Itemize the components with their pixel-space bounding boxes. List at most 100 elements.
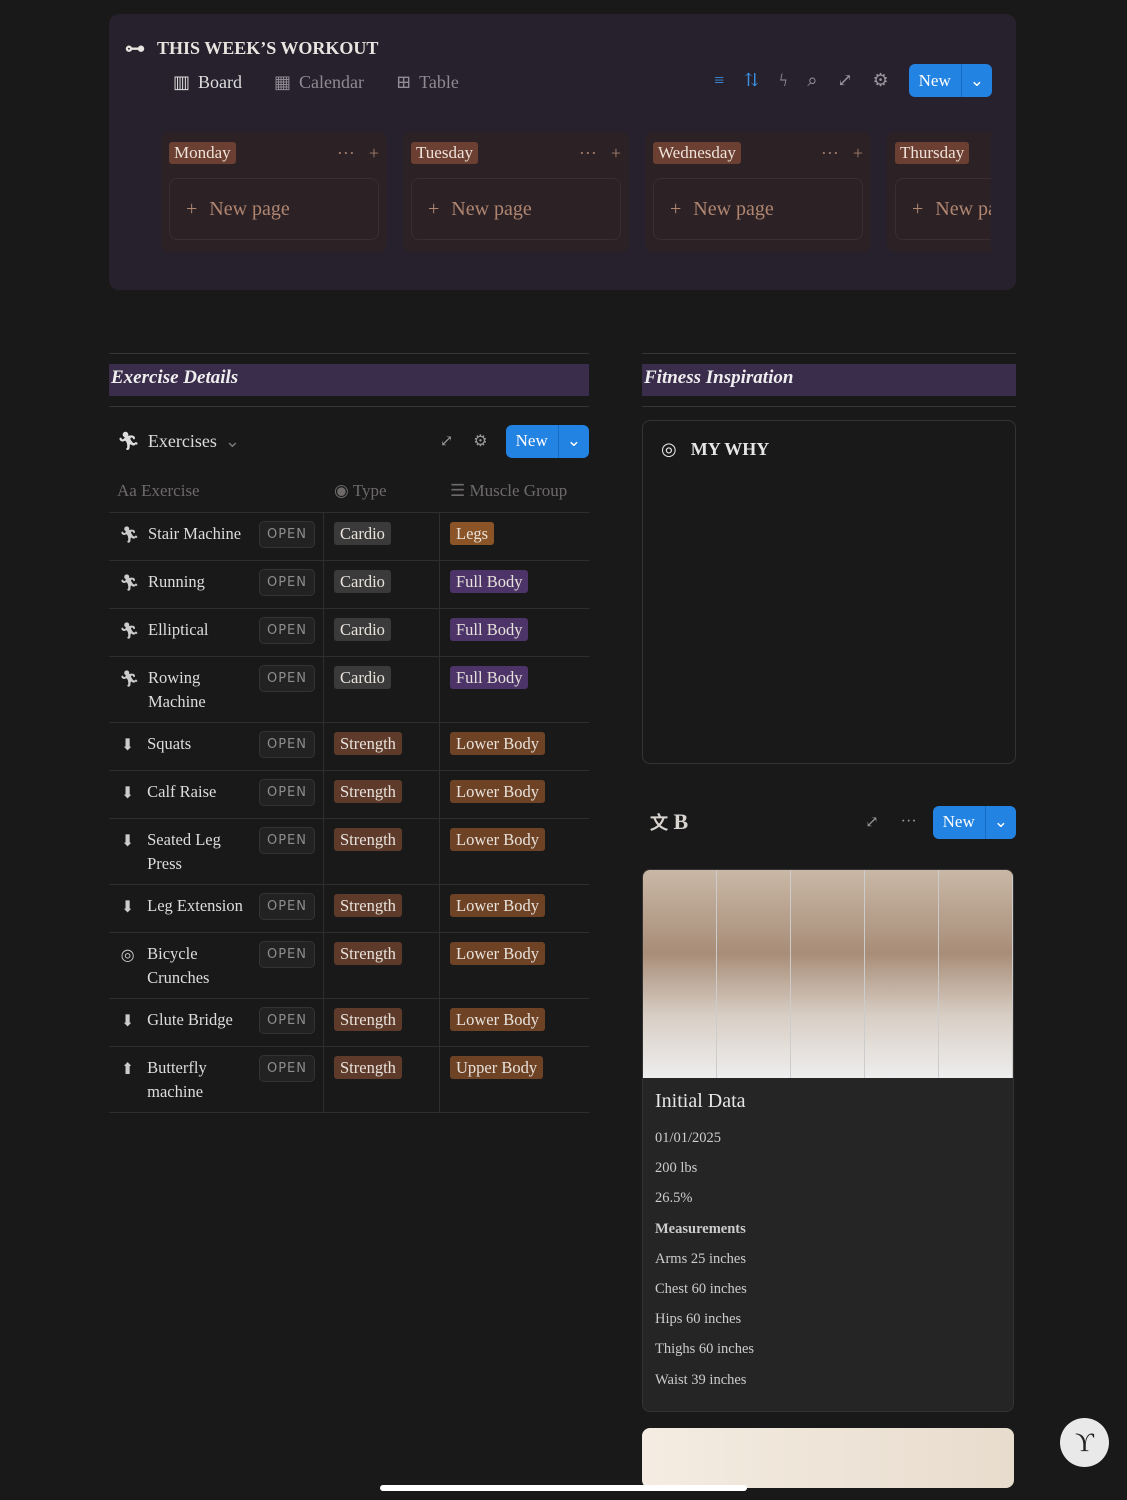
table-row[interactable]: ⬇︎ Seated Leg Press OPEN Strength Lower … [109, 819, 589, 885]
type-tag: Cardio [334, 522, 391, 545]
more-icon[interactable]: ··· [579, 143, 597, 164]
board-column: Tuesday ··· + + New page [403, 132, 629, 252]
plus-icon[interactable]: + [611, 143, 621, 164]
runner-icon: 🏃︎ [117, 430, 140, 451]
exercise-name[interactable]: Butterfly machine [147, 1056, 248, 1104]
gallery-card[interactable]: Initial Data 01/01/2025 200 lbs 26.5% Me… [642, 869, 1014, 1412]
plus-icon: + [912, 197, 924, 220]
plus-icon: + [670, 197, 682, 220]
runner-icon: 🏃︎ [119, 671, 140, 688]
new-button[interactable]: New ⌄ [908, 64, 992, 97]
settings-icon[interactable]: ⚙ [873, 70, 889, 91]
table-row[interactable]: ◎ Bicycle Crunches OPEN Strength Lower B… [109, 933, 589, 999]
expand-icon[interactable]: ⤢ [837, 70, 852, 91]
database-view-selector[interactable]: 🏃︎ Exercises ⌄ [117, 431, 440, 452]
exercise-name[interactable]: Leg Extension [147, 894, 248, 918]
chevron-down-icon[interactable]: ⌄ [557, 424, 589, 458]
new-button[interactable]: New ⌄ [505, 424, 589, 458]
exercise-name[interactable]: Running [148, 570, 248, 594]
tab-table[interactable]: ⊞ Table [396, 72, 459, 93]
new-button[interactable]: New ⌄ [932, 805, 1016, 839]
open-button[interactable]: OPEN [258, 779, 315, 806]
more-icon[interactable]: ··· [901, 813, 917, 831]
open-button[interactable]: OPEN [258, 827, 315, 854]
view-tabs: ▥ Board ▦ Calendar ⊞ Table [173, 72, 459, 93]
table-row[interactable]: ⬆︎ Butterfly machine OPEN Strength Upper… [109, 1047, 589, 1113]
header-type[interactable]: ◉ Type [324, 481, 440, 501]
open-button[interactable]: OPEN [258, 1055, 315, 1082]
open-button[interactable]: OPEN [258, 941, 315, 968]
section-heading: Exercise Details [109, 364, 589, 396]
header-exercise[interactable]: Aa Exercise [109, 481, 324, 501]
my-why-callout: ◎ MY WHY [642, 420, 1016, 764]
sort-icon[interactable]: ⇅ [744, 70, 759, 91]
tab-board[interactable]: ▥ Board [173, 72, 242, 93]
table-row[interactable]: 🏃︎ Elliptical OPEN Cardio Full Body [109, 609, 589, 657]
gallery-title[interactable]: 文 B [642, 809, 865, 835]
card-measure: Thighs 60 inches [655, 1341, 755, 1358]
exercise-name[interactable]: Calf Raise [147, 780, 248, 804]
open-button[interactable]: OPEN [258, 617, 315, 644]
automation-icon[interactable]: ϟ [779, 70, 787, 91]
list-icon: ☰ [450, 480, 466, 500]
muscle-group-tag: Lower Body [450, 828, 545, 851]
settings-icon[interactable]: ⚙ [473, 431, 487, 451]
new-page-button[interactable]: +New page [411, 178, 621, 240]
type-tag: Strength [334, 828, 402, 851]
open-button[interactable]: OPEN [258, 1007, 315, 1034]
table-row[interactable]: 🏃︎ Rowing Machine OPEN Cardio Full Body [109, 657, 589, 723]
new-page-button[interactable]: +New page [169, 178, 379, 240]
muscle-group-tag: Legs [450, 522, 495, 545]
table-row[interactable]: ⬇︎ Leg Extension OPEN Strength Lower Bod… [109, 885, 589, 933]
new-page-button[interactable]: +New page [653, 178, 863, 240]
section-heading: Fitness Inspiration [642, 364, 1016, 396]
filter-icon[interactable]: ≡ [714, 70, 724, 91]
table-row[interactable]: 🏃︎ Running OPEN Cardio Full Body [109, 561, 589, 609]
exercise-name[interactable]: Squats [147, 732, 248, 756]
chevron-down-icon[interactable]: ⌄ [960, 64, 992, 97]
expand-icon[interactable]: ⤢ [865, 812, 878, 832]
exercise-name[interactable]: Rowing Machine [148, 666, 248, 714]
table-body: 🏃︎ Stair Machine OPEN Cardio Legs 🏃︎ Run… [109, 513, 589, 1113]
column-label: Wednesday [653, 142, 741, 164]
more-icon[interactable]: ··· [821, 143, 839, 164]
target-icon: ◎ [120, 947, 135, 964]
exercise-name[interactable]: Glute Bridge [147, 1008, 248, 1032]
open-button[interactable]: OPEN [258, 521, 315, 548]
card-date: 01/01/2025 [655, 1130, 722, 1146]
tab-calendar[interactable]: ▦ Calendar [274, 72, 364, 93]
board-icon: ▥ [173, 72, 191, 92]
divider [109, 353, 589, 354]
expand-icon[interactable]: ⤢ [440, 431, 453, 451]
table-row[interactable]: ⬇︎ Squats OPEN Strength Lower Body [109, 723, 589, 771]
search-icon[interactable]: ⌕ [807, 70, 817, 91]
exercise-name[interactable]: Stair Machine [148, 522, 248, 546]
card-bodyfat: 26.5% [655, 1190, 693, 1207]
open-button[interactable]: OPEN [258, 665, 315, 692]
gallery-card-2[interactable] [642, 1428, 1014, 1488]
open-button[interactable]: OPEN [258, 569, 315, 596]
new-page-button[interactable]: +New page [895, 178, 991, 240]
type-tag: Strength [334, 732, 402, 755]
plus-icon[interactable]: + [853, 143, 863, 164]
more-icon[interactable]: ··· [337, 143, 355, 164]
table-row[interactable]: 🏃︎ Stair Machine OPEN Cardio Legs [109, 513, 589, 561]
help-button[interactable]: ϒ [1060, 1418, 1109, 1467]
divider [642, 406, 1016, 407]
table-row[interactable]: ⬇︎ Glute Bridge OPEN Strength Lower Body [109, 999, 589, 1047]
type-tag: Cardio [334, 570, 391, 593]
muscle-group-tag: Lower Body [450, 942, 545, 965]
exercise-name[interactable]: Seated Leg Press [147, 828, 248, 876]
column-label: Monday [169, 142, 236, 164]
header-muscle-group[interactable]: ☰ Muscle Group [440, 481, 567, 501]
exercise-name[interactable]: Bicycle Crunches [147, 942, 248, 990]
exercise-name[interactable]: Elliptical [148, 618, 248, 642]
runner-icon: 🏃︎ [119, 527, 140, 544]
open-button[interactable]: OPEN [258, 731, 315, 758]
muscle-group-tag: Full Body [450, 618, 529, 641]
open-button[interactable]: OPEN [258, 893, 315, 920]
chevron-down-icon[interactable]: ⌄ [984, 805, 1016, 839]
table-row[interactable]: ⬇︎ Calf Raise OPEN Strength Lower Body [109, 771, 589, 819]
plus-icon[interactable]: + [369, 143, 379, 164]
board-toolbar: ≡ ⇅ ϟ ⌕ ⤢ ⚙ New ⌄ [714, 64, 992, 97]
